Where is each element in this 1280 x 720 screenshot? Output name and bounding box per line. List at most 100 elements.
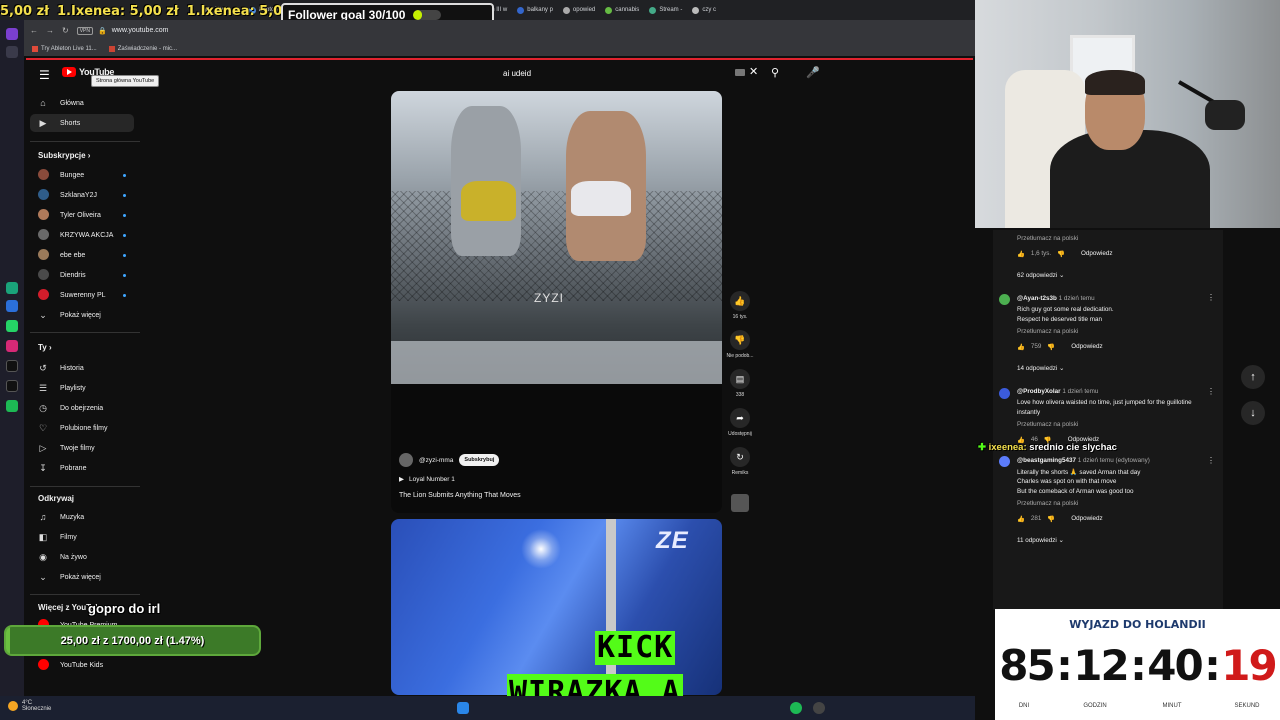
replies-toggle[interactable]: 14 odpowiedzi ⌄ xyxy=(1017,365,1064,372)
dock-app-icon[interactable] xyxy=(6,28,18,40)
windows-start-icon[interactable] xyxy=(457,702,469,714)
sidebar-item[interactable]: Bungee xyxy=(30,166,134,184)
bookmark-item[interactable]: Zaświadczenie - mic... xyxy=(108,45,177,52)
voice-search-icon[interactable]: 🎤 xyxy=(806,66,820,79)
url-text[interactable]: www.youtube.com xyxy=(112,27,169,34)
sidebar-item[interactable]: ⌄ Pokaż więcej xyxy=(30,306,134,324)
sidebar-item[interactable]: KRZYWA AKCJA xyxy=(30,226,134,244)
sidebar-item[interactable]: Tyler Oliveira xyxy=(30,206,134,224)
sidebar-item[interactable]: ⌄ Pokaż więcej xyxy=(30,568,134,586)
like-action[interactable]: 👍 16 tys. xyxy=(725,291,755,320)
channel-thumb-icon[interactable] xyxy=(731,494,749,512)
music-title[interactable]: Loyal Number 1 xyxy=(409,476,455,483)
like-icon[interactable]: 👍 xyxy=(1017,250,1025,258)
channel-name[interactable]: @zyzi-mma xyxy=(419,457,453,464)
browser-tab[interactable]: Stream - xyxy=(644,6,687,14)
reply-button[interactable]: Odpowiedz xyxy=(1081,250,1113,258)
subscribe-button[interactable]: Subskrybuj xyxy=(459,454,500,466)
weather-widget[interactable]: 4°C Słonecznie xyxy=(8,700,51,712)
like-icon[interactable]: 👍 xyxy=(730,291,750,311)
comment-time[interactable]: 1 dzień temu (edytowany) xyxy=(1078,457,1150,464)
sidebar-item[interactable]: SzklanaY2J xyxy=(30,186,134,204)
more-options-icon[interactable]: ⋮ xyxy=(1207,293,1215,302)
like-icon[interactable]: 👍 xyxy=(1017,515,1025,523)
reply-button[interactable]: Odpowiedz xyxy=(1071,343,1103,351)
browser-tab[interactable]: balkany p xyxy=(512,6,558,14)
sidebar-item[interactable]: ▶ Shorts xyxy=(30,114,134,132)
sidebar-item[interactable]: Suwerenny PL xyxy=(30,286,134,304)
comment-author[interactable]: @beastgaming5437 xyxy=(1017,457,1076,464)
comment-icon[interactable]: ▤ xyxy=(730,369,750,389)
avatar[interactable] xyxy=(999,456,1010,467)
sidebar-item[interactable]: ♫ Muzyka xyxy=(30,508,134,526)
avatar[interactable] xyxy=(999,294,1010,305)
sidebar-item[interactable]: YouTube Kids xyxy=(30,656,134,674)
avatar[interactable] xyxy=(999,388,1010,399)
comment-action[interactable]: ▤ 338 xyxy=(725,369,755,398)
dislike-icon[interactable]: 👎 xyxy=(1047,343,1055,351)
share-action[interactable]: ➦ Udostępnij xyxy=(725,408,755,437)
you-header[interactable]: Ty › xyxy=(38,343,52,352)
more-options-icon[interactable]: ⋮ xyxy=(1207,456,1215,465)
comment-author[interactable]: @ProdbyXolar xyxy=(1017,388,1061,395)
search-button[interactable]: ⚲ xyxy=(771,66,779,79)
vpn-badge[interactable]: VPN xyxy=(76,26,93,35)
dislike-icon[interactable]: 👎 xyxy=(1047,515,1055,523)
sidebar-item[interactable]: ♡ Polubione filmy xyxy=(30,419,134,437)
url-field[interactable]: VPN 🔒 www.youtube.com xyxy=(76,26,169,35)
share-icon[interactable]: ➦ xyxy=(730,408,750,428)
dislike-action[interactable]: 👎 Nie podob... xyxy=(725,330,755,359)
spotify-icon[interactable] xyxy=(6,400,18,412)
clear-search-icon[interactable]: ✕ xyxy=(749,65,758,78)
search-input[interactable]: ai udeid xyxy=(496,63,764,83)
dock-app-icon[interactable] xyxy=(6,282,18,294)
sidebar-item[interactable]: ▷ Twoje filmy xyxy=(30,439,134,457)
short-player[interactable]: ZYZI @zyzi-mma Subskrybuj ▶ Loyal Number… xyxy=(391,91,722,513)
remix-action[interactable]: ↻ Remiks xyxy=(725,447,755,476)
sidebar-item[interactable]: ◷ Do obejrzenia xyxy=(30,399,134,417)
whatsapp-icon[interactable] xyxy=(6,320,18,332)
browser-tab[interactable]: cannabis xyxy=(600,6,644,14)
bookmark-item[interactable]: Try Ableton Live 11... xyxy=(32,45,97,52)
sidebar-item[interactable]: ◉ Na żywo xyxy=(30,548,134,566)
dock-app-icon[interactable] xyxy=(6,46,18,58)
short-title[interactable]: The Lion Submits Anything That Moves xyxy=(399,492,714,499)
browser-tab[interactable]: opowied xyxy=(558,6,600,14)
more-options-icon[interactable]: ⋮ xyxy=(1207,387,1215,396)
replies-toggle[interactable]: 62 odpowiedzi ⌄ xyxy=(1017,272,1064,279)
next-short-button[interactable]: ↓ xyxy=(1241,401,1265,425)
sidebar-item[interactable]: ◧ Filmy xyxy=(30,528,134,546)
sidebar-item[interactable]: Diendris xyxy=(30,266,134,284)
dislike-icon[interactable]: 👎 xyxy=(1057,250,1065,258)
keyboard-icon[interactable] xyxy=(735,69,745,76)
comment-author[interactable]: @Ayan-t2s3b xyxy=(1017,295,1057,302)
messenger-icon[interactable] xyxy=(6,300,18,312)
comment-time[interactable]: 1 dzień temu xyxy=(1062,388,1098,395)
instagram-icon[interactable] xyxy=(6,340,18,352)
reply-button[interactable]: Odpowiedz xyxy=(1071,515,1103,523)
next-short-preview[interactable]: ZE xyxy=(391,519,722,695)
sidebar-item[interactable]: ↺ Historia xyxy=(30,359,134,377)
taskbar-app-icon[interactable] xyxy=(813,702,825,714)
comment-time[interactable]: 1 dzień temu xyxy=(1059,295,1095,302)
sidebar-item[interactable]: ☰ Playlisty xyxy=(30,379,134,397)
tiktok-icon[interactable] xyxy=(6,360,18,372)
translate-link[interactable]: Przetłumacz na polski xyxy=(1017,500,1078,507)
music-row[interactable]: ▶ Loyal Number 1 xyxy=(399,475,714,484)
channel-avatar[interactable] xyxy=(399,453,413,467)
reload-icon[interactable]: ↻ xyxy=(62,26,69,35)
x-icon[interactable] xyxy=(6,380,18,392)
translate-link[interactable]: Przetłumacz na polski xyxy=(1017,421,1078,428)
subscriptions-header[interactable]: Subskrypcje › xyxy=(38,151,90,160)
forward-icon[interactable]: → xyxy=(46,26,54,35)
dislike-icon[interactable]: 👎 xyxy=(730,330,750,350)
replies-toggle[interactable]: 11 odpowiedzi ⌄ xyxy=(1017,537,1064,544)
sidebar-item[interactable]: ⌂ Główna xyxy=(30,94,134,112)
hamburger-menu-icon[interactable]: ☰ xyxy=(39,68,50,82)
browser-tab[interactable]: czy c xyxy=(687,6,721,14)
explore-header[interactable]: Odkrywaj xyxy=(38,494,74,503)
translate-link[interactable]: Przetłumacz na polski xyxy=(1017,235,1078,242)
like-icon[interactable]: 👍 xyxy=(1017,343,1025,351)
short-video-frame[interactable]: ZYZI xyxy=(391,91,722,384)
previous-short-button[interactable]: ↑ xyxy=(1241,365,1265,389)
